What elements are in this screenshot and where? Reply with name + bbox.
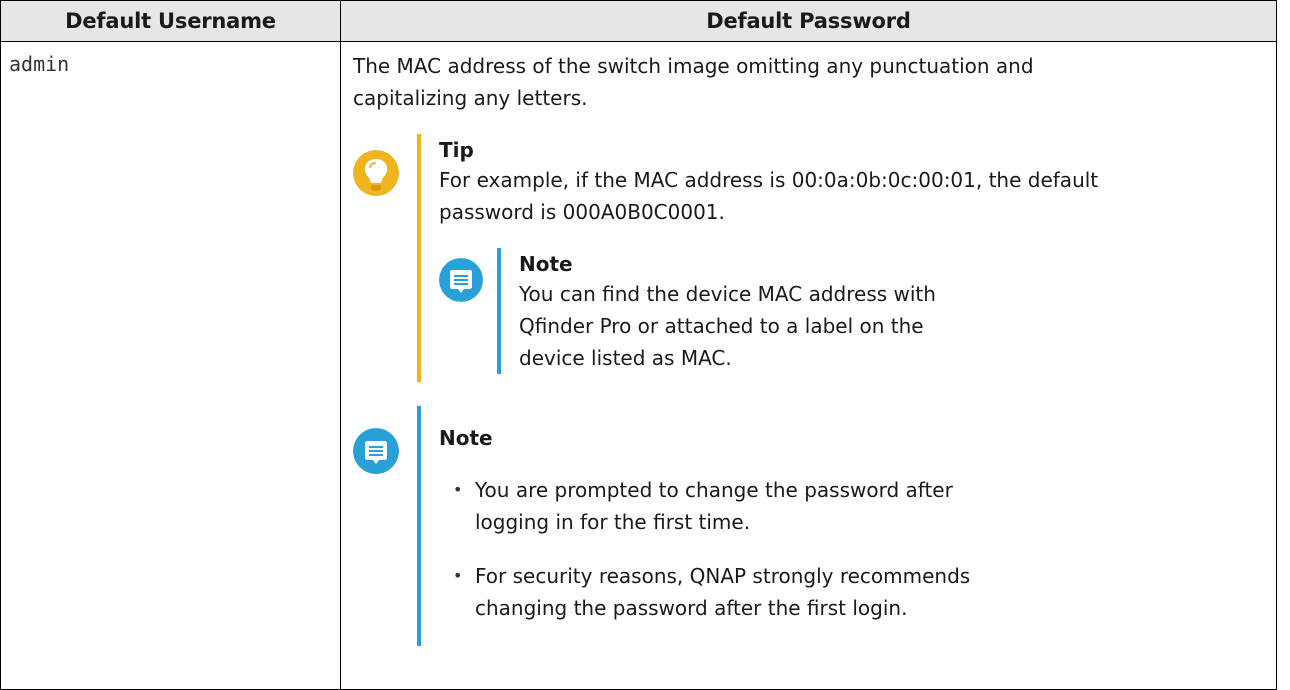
note-icon <box>439 258 483 302</box>
password-description: The MAC address of the switch image omit… <box>353 54 1034 110</box>
lightbulb-icon <box>353 150 399 196</box>
header-default-password: Default Password <box>340 0 1277 42</box>
list-item: You are prompted to change the password … <box>453 474 1015 538</box>
nested-note-box: Note You can find the device MAC address… <box>439 248 1139 374</box>
tip-box: Tip For example, if the MAC address is 0… <box>353 134 1266 382</box>
note-box: Note You are prompted to change the pass… <box>353 406 1266 646</box>
note-list: You are prompted to change the password … <box>439 474 1015 624</box>
header-default-username: Default Username <box>0 0 341 42</box>
tip-title: Tip <box>439 138 474 162</box>
note-icon <box>353 428 399 474</box>
username-cell: admin <box>0 41 341 690</box>
nested-note-text: You can find the device MAC address with… <box>519 282 936 370</box>
note-title: Note <box>439 426 493 450</box>
tip-text: For example, if the MAC address is 00:0a… <box>439 168 1099 224</box>
list-item: For security reasons, QNAP strongly reco… <box>453 560 1015 624</box>
table-row: admin The MAC address of the switch imag… <box>0 41 1277 690</box>
password-cell: The MAC address of the switch image omit… <box>340 41 1277 690</box>
table-header-row: Default Username Default Password <box>0 0 1277 42</box>
credentials-table: Default Username Default Password admin … <box>0 0 1277 690</box>
nested-note-title: Note <box>519 252 573 276</box>
